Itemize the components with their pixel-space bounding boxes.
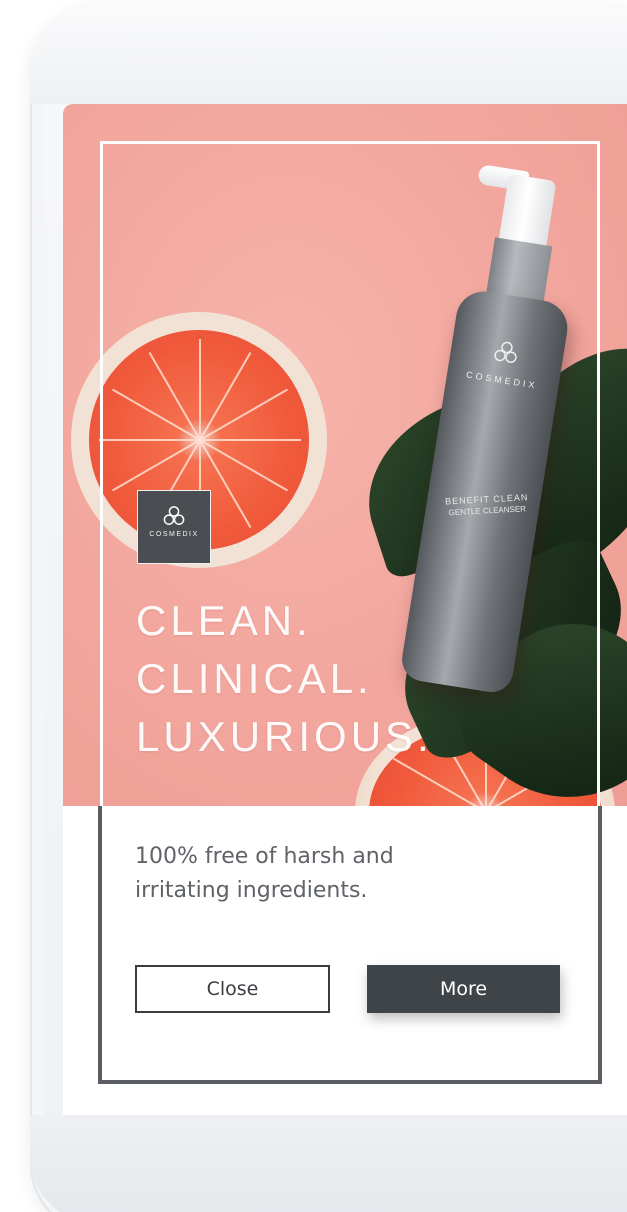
grapefruit-segment-line: [199, 351, 252, 441]
grapefruit-segment-line: [199, 338, 201, 440]
brand-badge: COSMEDIX: [137, 490, 211, 564]
brand-badge-text: COSMEDIX: [149, 531, 199, 538]
more-button[interactable]: More: [367, 965, 560, 1013]
grapefruit-segment-line: [148, 351, 201, 441]
headline-line: CLINICAL.: [136, 655, 373, 702]
grapefruit-segment-line: [200, 439, 302, 441]
headline-line: CLEAN.: [136, 597, 312, 644]
grapefruit-segment-line: [111, 388, 201, 441]
ad-description-line: irritating ingredients.: [135, 878, 368, 903]
ad-headline: CLEAN. CLINICAL. LUXURIOUS.: [136, 592, 433, 766]
page: COSMEDIX BENEFIT CLEAN GENTLE CLEANSER C…: [0, 0, 627, 1212]
grapefruit-segment-line: [111, 439, 201, 492]
ad-interstitial: COSMEDIX BENEFIT CLEAN GENTLE CLEANSER C…: [63, 104, 627, 1115]
ad-description: 100% free of harsh and irritating ingred…: [135, 840, 555, 908]
ad-description-line: 100% free of harsh and: [135, 844, 394, 869]
close-button[interactable]: Close: [135, 965, 330, 1013]
grapefruit-segment-line: [98, 439, 200, 441]
headline-line: LUXURIOUS.: [136, 713, 433, 760]
phone-top-bezel: [30, 4, 627, 104]
cosmedix-logo-icon: [494, 341, 517, 363]
hero-image: COSMEDIX BENEFIT CLEAN GENTLE CLEANSER C…: [63, 104, 627, 806]
phone-bottom-bezel: [30, 1115, 627, 1212]
cosmedix-logo-icon: [163, 506, 185, 525]
